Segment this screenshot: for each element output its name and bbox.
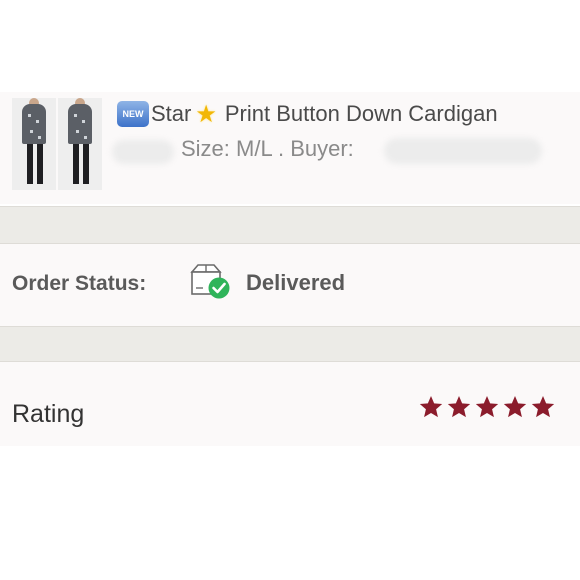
product-image-back xyxy=(58,98,102,190)
product-title[interactable]: NEW Star ★ Print Button Down Cardigan xyxy=(117,100,498,128)
star-icon xyxy=(447,395,471,418)
product-title-start: Star xyxy=(151,101,192,126)
star-emoji-icon: ★ xyxy=(195,100,217,128)
order-detail-page: NEW Star ★ Print Button Down Cardigan Si… xyxy=(0,0,580,580)
section-divider xyxy=(0,326,580,362)
star-icon xyxy=(419,395,443,418)
product-image-front xyxy=(12,98,56,190)
new-badge-icon: NEW xyxy=(117,101,149,127)
box-check-icon xyxy=(190,264,230,299)
rating-stars xyxy=(418,394,556,420)
redacted-buyer xyxy=(384,138,542,164)
order-status-value: Delivered xyxy=(246,270,346,295)
order-status-label: Order Status: xyxy=(12,272,147,295)
star-icon xyxy=(475,395,499,418)
product-size-buyer: Size: M/L . Buyer: xyxy=(181,136,354,161)
star-icon xyxy=(531,395,555,418)
product-title-end: Print Button Down Cardigan xyxy=(224,101,498,126)
redacted-seller xyxy=(112,140,174,164)
rating-label: Rating xyxy=(12,400,85,428)
star-icon xyxy=(503,395,527,418)
product-thumbnails[interactable] xyxy=(12,98,102,190)
section-divider xyxy=(0,206,580,244)
